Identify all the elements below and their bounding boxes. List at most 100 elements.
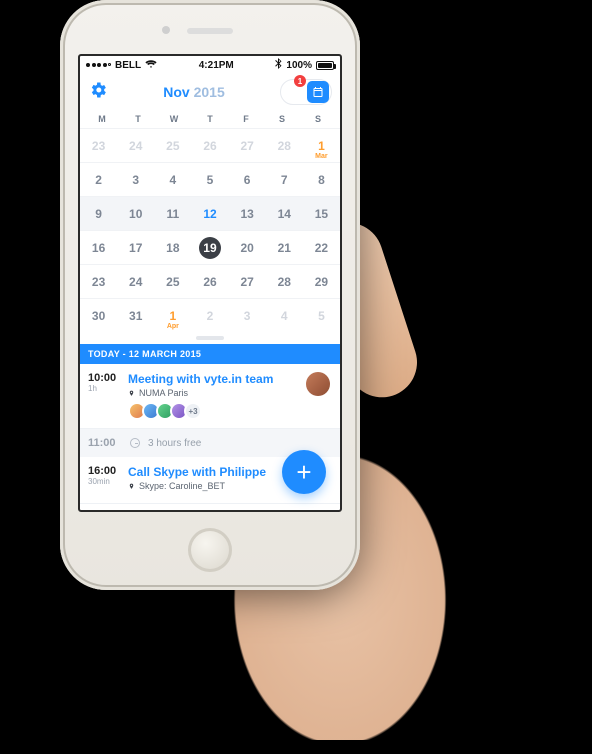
phone-frame: BELL 4:21PM 100% Nov 2015 — [60, 0, 360, 590]
calendar-icon — [312, 86, 324, 98]
day-number: 22 — [315, 241, 328, 255]
day-number: 26 — [203, 275, 216, 289]
day-number: 1 — [318, 139, 325, 153]
calendar-day[interactable]: 2 — [80, 162, 117, 196]
event-time: 16:00 — [88, 465, 122, 477]
calendar-day[interactable]: 24 — [117, 128, 154, 162]
calendar-day[interactable]: 26 — [191, 128, 228, 162]
calendar-day[interactable]: 20 — [229, 230, 266, 264]
calendar-day[interactable]: 9 — [80, 196, 117, 230]
day-number: 2 — [207, 309, 214, 323]
home-button[interactable] — [188, 528, 232, 572]
title-month: Nov — [163, 84, 189, 100]
calendar-day[interactable]: 18 — [154, 230, 191, 264]
calendar-day[interactable]: 27 — [229, 128, 266, 162]
battery-percent: 100% — [286, 60, 312, 71]
weekday-label: W — [156, 110, 192, 128]
calendar-day[interactable]: 19 — [191, 230, 228, 264]
calendar-day[interactable]: 11 — [154, 196, 191, 230]
day-number: 9 — [95, 207, 102, 221]
day-number: 19 — [199, 237, 221, 259]
calendar-day[interactable]: 1Mar — [303, 128, 340, 162]
calendar-grid: 2324252627281Mar234567891011121314151617… — [80, 128, 340, 332]
calendar-day[interactable]: 17 — [117, 230, 154, 264]
calendar-day[interactable]: 23 — [80, 264, 117, 298]
calendar-day[interactable]: 3 — [117, 162, 154, 196]
event-title: Meeting with vyte.in team — [128, 372, 332, 386]
day-number: 23 — [92, 139, 105, 153]
day-number: 28 — [278, 275, 291, 289]
calendar-view-button[interactable] — [307, 81, 329, 103]
day-number: 5 — [318, 309, 325, 323]
weekday-label: T — [192, 110, 228, 128]
drag-handle[interactable] — [80, 332, 340, 344]
day-number: 8 — [318, 173, 325, 187]
day-number: 10 — [129, 207, 142, 221]
day-number: 21 — [278, 241, 291, 255]
title-year: 2015 — [194, 84, 225, 100]
calendar-day[interactable]: 27 — [229, 264, 266, 298]
calendar-day[interactable]: 2 — [191, 298, 228, 332]
add-event-fab[interactable]: + — [282, 450, 326, 494]
calendar-day[interactable]: 5 — [191, 162, 228, 196]
day-number: 17 — [129, 241, 142, 255]
event-time: 10:00 — [88, 372, 122, 384]
calendar-day[interactable]: 12 — [191, 196, 228, 230]
calendar-day[interactable]: 28 — [266, 128, 303, 162]
day-number: 16 — [92, 241, 105, 255]
event-item[interactable]: 10:00 1h Meeting with vyte.in team NUMA … — [80, 364, 340, 429]
calendar-day[interactable]: 1Apr — [154, 298, 191, 332]
calendar-day[interactable]: 29 — [303, 264, 340, 298]
day-number: 12 — [203, 207, 216, 221]
host-avatar[interactable] — [306, 372, 330, 396]
location-pin-icon — [128, 482, 135, 491]
battery-icon — [316, 61, 334, 70]
calendar-day[interactable]: 26 — [191, 264, 228, 298]
calendar-day[interactable]: 6 — [229, 162, 266, 196]
calendar-day[interactable]: 7 — [266, 162, 303, 196]
calendar-day[interactable]: 13 — [229, 196, 266, 230]
calendar-day[interactable]: 22 — [303, 230, 340, 264]
day-number: 26 — [203, 139, 216, 153]
status-bar: BELL 4:21PM 100% — [80, 56, 340, 74]
day-number: 25 — [166, 139, 179, 153]
calendar-day[interactable]: 16 — [80, 230, 117, 264]
event-duration: 30min — [88, 477, 122, 486]
location-pin-icon — [128, 389, 135, 398]
agenda-section-header: TODAY - 12 MARCH 2015 — [80, 344, 340, 364]
calendar-day[interactable]: 21 — [266, 230, 303, 264]
calendar-day[interactable]: 24 — [117, 264, 154, 298]
day-number: 31 — [129, 309, 142, 323]
calendar-day[interactable]: 4 — [154, 162, 191, 196]
settings-button[interactable] — [88, 80, 108, 105]
calendar-day[interactable]: 5 — [303, 298, 340, 332]
calendar-day[interactable]: 15 — [303, 196, 340, 230]
notification-badge[interactable]: 1 — [294, 75, 306, 87]
calendar-day[interactable]: 28 — [266, 264, 303, 298]
free-time: 11:00 — [88, 437, 122, 449]
day-number: 13 — [240, 207, 253, 221]
view-toggle[interactable] — [280, 79, 332, 105]
calendar-day[interactable]: 23 — [80, 128, 117, 162]
day-number: 30 — [92, 309, 105, 323]
day-number: 24 — [129, 275, 142, 289]
event-location: NUMA Paris — [128, 388, 332, 398]
day-number: 15 — [315, 207, 328, 221]
calendar-day[interactable]: 8 — [303, 162, 340, 196]
calendar-day[interactable]: 3 — [229, 298, 266, 332]
calendar-day[interactable]: 30 — [80, 298, 117, 332]
day-number: 14 — [278, 207, 291, 221]
clock-icon — [130, 438, 140, 448]
calendar-day[interactable]: 10 — [117, 196, 154, 230]
attendee-more[interactable]: +3 — [184, 402, 202, 420]
weekday-label: M — [84, 110, 120, 128]
weekday-label: S — [300, 110, 336, 128]
wifi-icon — [145, 59, 157, 72]
calendar-day[interactable]: 25 — [154, 128, 191, 162]
calendar-day[interactable]: 14 — [266, 196, 303, 230]
calendar-day[interactable]: 31 — [117, 298, 154, 332]
calendar-day[interactable]: 25 — [154, 264, 191, 298]
calendar-day[interactable]: 4 — [266, 298, 303, 332]
weekday-label: S — [264, 110, 300, 128]
plus-icon: + — [296, 457, 311, 488]
